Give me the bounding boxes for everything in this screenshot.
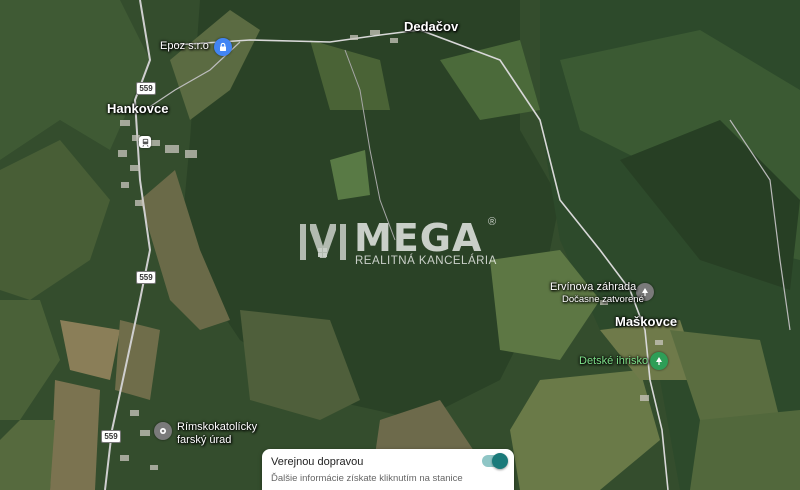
mega-logo-icon <box>300 224 346 260</box>
place-label-maskovce[interactable]: Maškovce <box>615 314 677 329</box>
poi-status-ervinova-zahrada: Dočasne zatvorené <box>562 294 644 305</box>
poi-label-ervinova-zahrada[interactable]: Ervínova záhrada <box>550 281 636 293</box>
place-label-dedacov[interactable]: Dedačov <box>404 19 458 34</box>
toggle-knob[interactable] <box>492 453 508 469</box>
poi-label-detske-ihrisko[interactable]: Detské ihrisko <box>579 355 648 367</box>
place-label-hankovce[interactable]: Hankovce <box>107 101 168 116</box>
transit-card-title: Verejnou dopravou <box>271 456 364 468</box>
poi-label-church-line1[interactable]: Rímskokatolícky <box>177 421 257 433</box>
place-icon[interactable] <box>154 422 172 440</box>
poi-label-epoz[interactable]: Epoz s.r.o <box>160 40 209 52</box>
poi-label-church-line2[interactable]: farský úrad <box>177 434 231 446</box>
road-shield: 559 <box>101 430 121 443</box>
watermark-brand: MEGA <box>354 216 483 260</box>
train-icon[interactable] <box>139 136 151 148</box>
road-shield: 559 <box>136 82 156 95</box>
mega-watermark: MEGA ® REALITNÁ KANCELÁRIA <box>296 214 506 274</box>
transit-toggle[interactable] <box>482 453 508 469</box>
watermark-registered: ® <box>488 216 497 228</box>
road-shield: 559 <box>136 271 156 284</box>
transit-layer-card[interactable]: Verejnou dopravou Ďalšie informácie získ… <box>262 449 514 490</box>
lock-icon[interactable] <box>214 38 232 56</box>
watermark-subtitle: REALITNÁ KANCELÁRIA <box>355 255 497 267</box>
park-icon[interactable] <box>650 352 668 370</box>
transit-card-description: Ďalšie informácie získate kliknutím na s… <box>271 473 463 484</box>
